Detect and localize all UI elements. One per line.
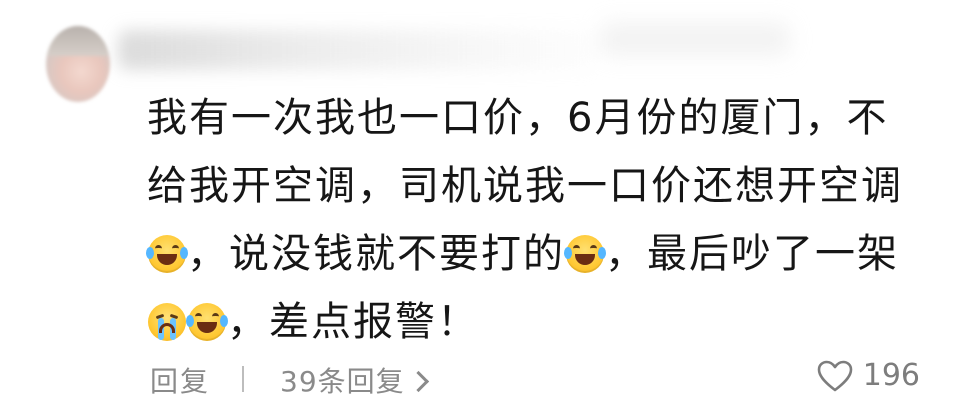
- comment-text: 我有一次我也一口价，6月份的厦门，不 给我开空调，司机说我一口价还想开空调 ，说…: [146, 84, 937, 356]
- comment-segment-4: ，差点报警！: [227, 299, 479, 345]
- crying-emoji-icon: [148, 303, 186, 341]
- avatar[interactable]: [46, 26, 110, 102]
- comment-segment-3b: ，最后吵了一架: [605, 231, 899, 277]
- tear-icon: [564, 247, 572, 259]
- username-blurred: [118, 30, 598, 70]
- footer-divider: [242, 366, 244, 392]
- emoji-mouth: [575, 254, 595, 265]
- like-count: 196: [862, 358, 920, 393]
- comment-line-3: ，说没钱就不要打的 ，最后吵了一架: [146, 220, 937, 288]
- laugh-tears-emoji-icon: [564, 235, 606, 273]
- comment-line-1: 我有一次我也一口价，6月份的厦门，不: [147, 95, 889, 141]
- heart-outline-icon: [817, 360, 853, 391]
- comment-segment-3a: ，说没钱就不要打的: [187, 231, 565, 277]
- tear-icon: [146, 247, 154, 259]
- view-replies-link[interactable]: 39条回复: [280, 360, 429, 400]
- laugh-tears-emoji-icon: [146, 235, 188, 273]
- emoji-mouth: [157, 254, 177, 265]
- avatar-hair: [46, 26, 110, 56]
- like-button[interactable]: 196: [817, 358, 920, 393]
- comment-card: 我有一次我也一口价，6月份的厦门，不 给我开空调，司机说我一口价还想开空调 ，说…: [0, 0, 960, 414]
- tear-icon: [220, 315, 228, 327]
- comment-footer: 回复 39条回复 196: [150, 356, 920, 400]
- comment-line-4: ，差点报警！: [147, 288, 937, 356]
- comment-line-2: 给我开空调，司机说我一口价还想开空调: [147, 163, 903, 209]
- chevron-right-icon: [407, 370, 429, 393]
- tear-icon: [598, 247, 606, 259]
- reply-button[interactable]: 回复: [150, 360, 210, 400]
- tear-icon: [186, 315, 194, 327]
- username-meta-blurred: [600, 22, 790, 56]
- reply-count-label: 39条回复: [280, 365, 405, 398]
- tear-icon: [180, 247, 188, 259]
- emoji-mouth: [159, 323, 175, 333]
- laugh-tears-emoji-icon: [186, 303, 228, 341]
- emoji-mouth: [197, 322, 217, 333]
